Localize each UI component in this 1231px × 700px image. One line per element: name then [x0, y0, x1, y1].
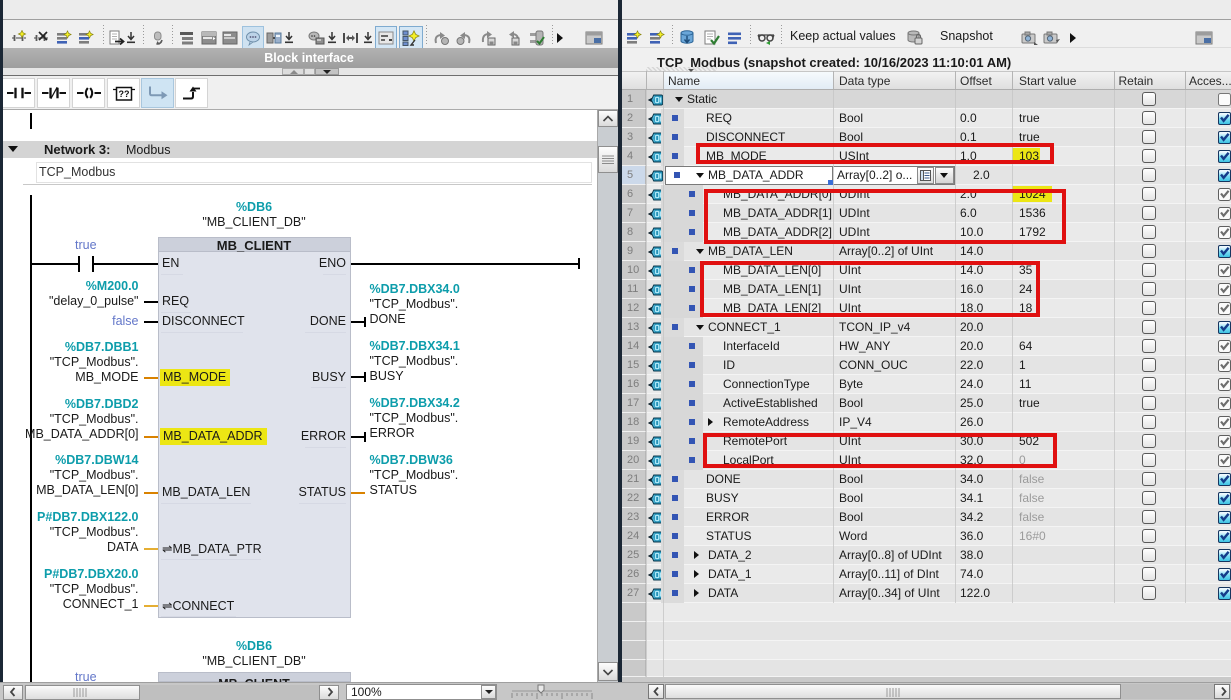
svg-text:??: ?? [119, 89, 130, 99]
